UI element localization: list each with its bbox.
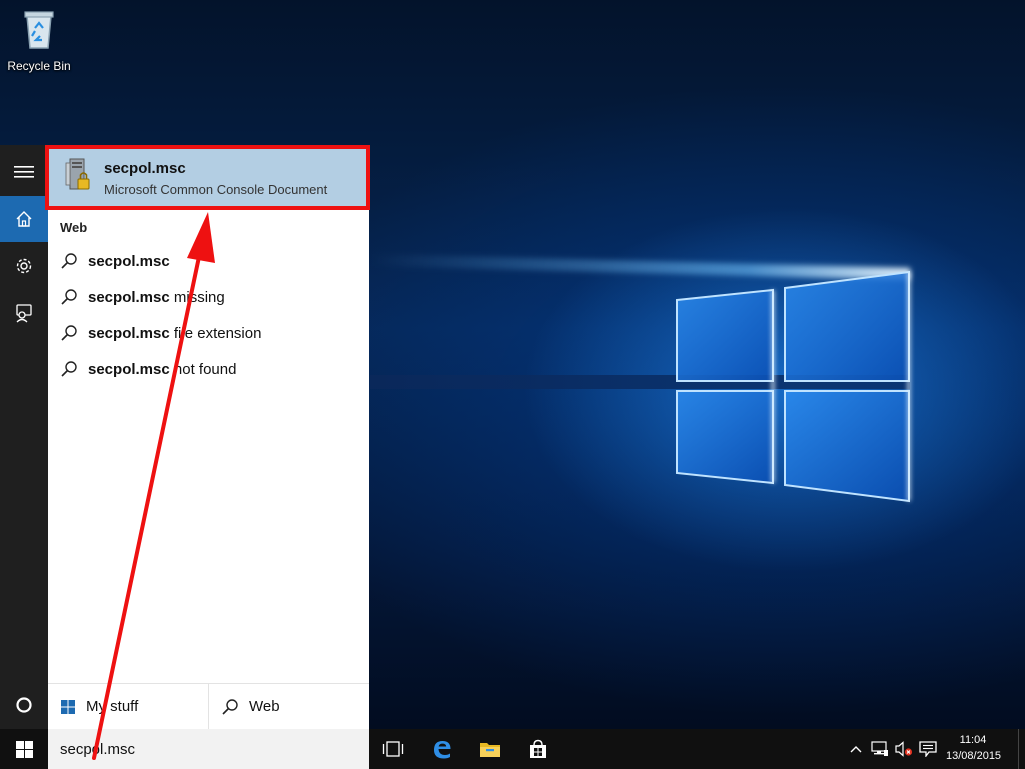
show-hidden-icons-button[interactable] (846, 729, 866, 769)
web-scope-button[interactable]: Web (208, 684, 369, 729)
home-button[interactable] (0, 196, 48, 242)
search-icon (61, 253, 77, 269)
search-scope-bar: My stuff Web (48, 683, 369, 729)
recycle-bin-icon (24, 11, 54, 49)
notification-icon (919, 741, 937, 757)
windows-logo-icon (61, 699, 75, 714)
store-icon (530, 739, 546, 758)
web-suggestion-suffix: missing (169, 288, 225, 306)
feedback-icon (16, 304, 32, 323)
web-suggestion-suffix: not found (169, 360, 237, 378)
web-section-heading: Web (60, 220, 88, 235)
folder-icon (480, 743, 500, 757)
home-icon (16, 211, 32, 227)
store-button[interactable] (514, 729, 562, 769)
feedback-button[interactable] (0, 290, 48, 336)
action-center-button[interactable] (917, 729, 939, 769)
clock-date: 13/08/2015 (946, 750, 1002, 762)
menu-icon (14, 166, 34, 178)
annotation-highlight-box (45, 145, 370, 210)
desktop-icon-label: Recycle Bin (7, 59, 71, 73)
web-suggestion-query: secpol.msc (88, 252, 170, 270)
web-suggestion[interactable]: secpol.msc not found (48, 351, 369, 387)
start-menu-rail (0, 145, 48, 729)
gear-icon (16, 258, 32, 274)
web-suggestion-query: secpol.msc (88, 324, 170, 342)
show-desktop-button[interactable] (1018, 729, 1025, 769)
volume-button[interactable] (893, 729, 915, 769)
my-stuff-label: My stuff (86, 698, 139, 715)
task-view-icon (382, 741, 404, 757)
task-view-button[interactable] (369, 729, 417, 769)
chevron-up-icon (850, 746, 862, 753)
search-icon (61, 361, 77, 377)
volume-muted-icon (895, 741, 913, 757)
web-suggestion[interactable]: secpol.msc file extension (48, 315, 369, 351)
edge-button[interactable] (418, 729, 466, 769)
network-button[interactable] (869, 729, 891, 769)
web-suggestion[interactable]: secpol.msc missing (48, 279, 369, 315)
web-suggestion-query: secpol.msc (88, 288, 170, 306)
network-icon (871, 741, 888, 756)
search-icon (61, 325, 77, 341)
circle-icon (16, 697, 32, 713)
taskbar: secpol.msc 11:04 13/08/2015 (0, 729, 1025, 769)
settings-button[interactable] (0, 243, 48, 289)
taskbar-clock[interactable]: 11:04 13/08/2015 (946, 732, 1002, 764)
search-icon (61, 289, 77, 305)
edge-icon (434, 741, 451, 759)
taskbar-search-input[interactable]: secpol.msc (48, 729, 369, 769)
web-suggestion[interactable]: secpol.msc (48, 243, 369, 279)
file-explorer-button[interactable] (466, 729, 514, 769)
cortana-button[interactable] (0, 682, 48, 728)
search-query-text: secpol.msc (60, 740, 136, 758)
my-stuff-button[interactable]: My stuff (48, 684, 208, 729)
clock-time: 11:04 (959, 734, 987, 746)
search-results-panel: secpol.msc Microsoft Common Console Docu… (48, 145, 369, 729)
web-suggestion-suffix: file extension (169, 324, 262, 342)
start-button[interactable] (0, 729, 48, 769)
hamburger-menu-button[interactable] (0, 149, 48, 195)
desktop-icon-recycle-bin[interactable]: Recycle Bin (4, 6, 74, 73)
search-icon (222, 698, 238, 715)
web-suggestion-query: secpol.msc (88, 360, 170, 378)
web-scope-label: Web (249, 698, 280, 715)
windows-logo-icon (15, 740, 33, 758)
